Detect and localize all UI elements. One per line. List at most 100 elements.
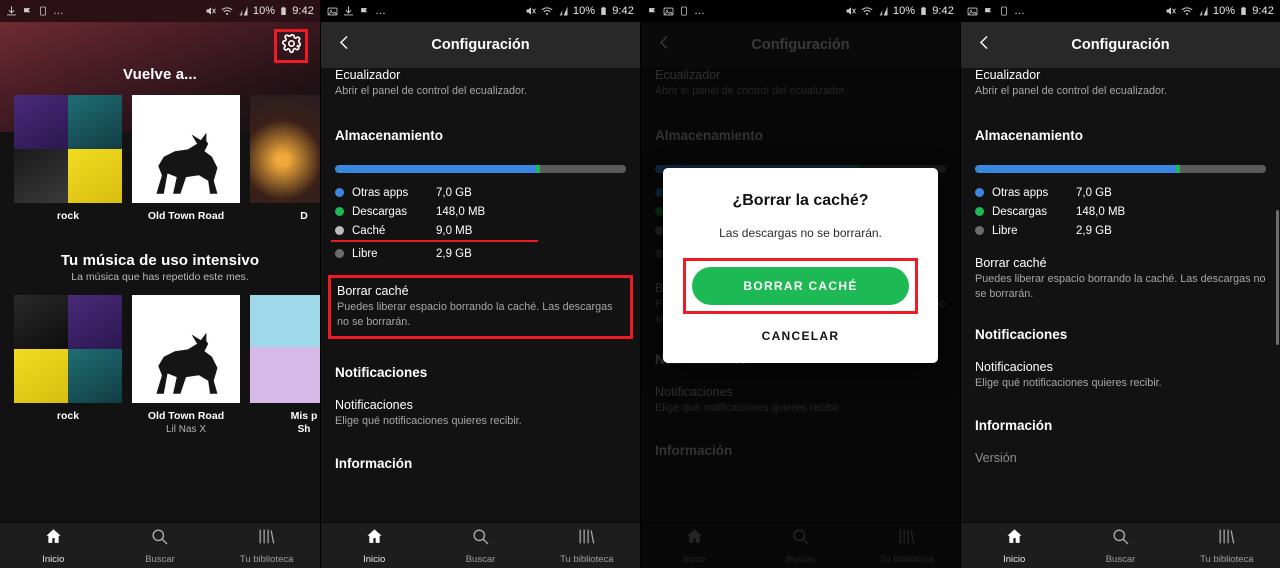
- card-row-intensivo[interactable]: rock Old Town Road Lil Nas X Mis p Sh: [0, 295, 320, 435]
- equalizer-title: Ecualizador: [975, 68, 1041, 82]
- setting-clear-cache[interactable]: Borrar caché Puedes liberar espacio borr…: [975, 256, 1266, 301]
- library-icon[interactable]: [577, 527, 596, 551]
- bottom-navigation[interactable]: Inicio Buscar Tu biblioteca: [0, 522, 320, 568]
- signal-icon: [877, 5, 889, 17]
- flag-icon: [22, 6, 33, 17]
- chevron-left-icon[interactable]: [656, 34, 673, 56]
- home-icon[interactable]: [685, 527, 704, 551]
- album-card[interactable]: rock: [14, 95, 122, 222]
- nav-item-inicio[interactable]: Inicio: [962, 527, 1067, 565]
- storage-bar-segment-otras: [335, 165, 536, 174]
- search-icon[interactable]: [1111, 527, 1130, 551]
- legend-value: 9,0 MB: [436, 224, 473, 237]
- search-icon[interactable]: [471, 527, 490, 551]
- nav-item-buscar[interactable]: Buscar: [107, 527, 213, 565]
- storage-bar-segment-libre: [540, 165, 626, 174]
- album-card[interactable]: D: [250, 95, 320, 222]
- wifi-icon: [541, 5, 553, 17]
- group-heading-information: Información: [335, 456, 413, 471]
- status-bar: … 10% 9:42: [641, 0, 960, 22]
- confirm-clear-cache-button[interactable]: BORRAR CACHÉ: [692, 267, 909, 305]
- home-scroll-area[interactable]: Vuelve a... rock Old Town Road D Tu músi…: [0, 22, 320, 522]
- nav-label: Inicio: [683, 553, 706, 565]
- back-button[interactable]: [641, 22, 687, 68]
- album-title: Old Town Road: [147, 210, 225, 222]
- setting-notifications[interactable]: Notificaciones Elige qué notificaciones …: [335, 398, 626, 428]
- notifications-desc: Elige qué notificaciones quieres recibir…: [975, 376, 1162, 389]
- album-card[interactable]: Old Town Road: [132, 95, 240, 222]
- legend-row: Descargas 148,0 MB: [335, 202, 626, 221]
- home-icon[interactable]: [365, 527, 384, 551]
- setting-equalizer[interactable]: Ecualizador Abrir el panel de control de…: [335, 68, 626, 98]
- settings-header: Configuración: [961, 22, 1280, 68]
- group-heading-notifications: Notificaciones: [335, 364, 428, 380]
- album-card[interactable]: Mis p Sh: [250, 295, 320, 435]
- legend-row: Otras apps 7,0 GB: [975, 183, 1266, 202]
- settings-content[interactable]: Ecualizador Abrir el panel de control de…: [321, 68, 640, 522]
- legend-label: Otras apps: [352, 186, 409, 199]
- wifi-icon: [861, 5, 873, 17]
- page-title: Configuración: [1071, 37, 1170, 53]
- nav-item-inicio[interactable]: Inicio: [642, 527, 747, 565]
- library-icon[interactable]: [257, 527, 276, 551]
- storage-legend: Otras apps 7,0 GB Descargas 148,0 MB Cac…: [331, 183, 626, 263]
- nav-item-buscar[interactable]: Buscar: [748, 527, 853, 565]
- chevron-left-icon[interactable]: [336, 34, 353, 56]
- nav-item-biblioteca[interactable]: Tu biblioteca: [1174, 527, 1279, 565]
- legend-dot: [975, 188, 984, 198]
- cancel-button[interactable]: CANCELAR: [679, 314, 922, 347]
- nav-item-biblioteca[interactable]: Tu biblioteca: [534, 527, 639, 565]
- status-bar: … 10% 9:42: [0, 0, 320, 22]
- flag-icon: [647, 6, 658, 17]
- setting-notifications: Notificaciones Elige qué notificaciones …: [655, 385, 946, 415]
- chevron-left-icon[interactable]: [976, 34, 993, 56]
- notifications-title: Notificaciones: [335, 397, 413, 412]
- home-icon[interactable]: [44, 527, 63, 551]
- nav-item-inicio[interactable]: Inicio: [1, 527, 107, 565]
- album-card[interactable]: rock: [14, 295, 122, 435]
- search-icon[interactable]: [150, 527, 169, 551]
- bottom-navigation[interactable]: Inicio Buscar Tu biblioteca: [321, 522, 640, 568]
- vertical-scrollbar[interactable]: [1276, 210, 1279, 345]
- card-row-vuelve[interactable]: rock Old Town Road D: [0, 95, 320, 222]
- album-card[interactable]: Old Town Road Lil Nas X: [132, 295, 240, 435]
- nav-item-inicio[interactable]: Inicio: [322, 527, 427, 565]
- legend-label: Caché: [352, 224, 386, 237]
- dialog-title: ¿Borrar la caché?: [732, 192, 869, 209]
- equalizer-desc: Abrir el panel de control del ecualizado…: [655, 85, 848, 97]
- panel-settings-cache-cleared: … 10% 9:42 Configuración Ecualizador Abr…: [960, 0, 1280, 568]
- legend-value: 7,0 GB: [1076, 186, 1112, 199]
- legend-value: 2,9 GB: [436, 247, 472, 260]
- library-icon[interactable]: [1217, 527, 1236, 551]
- section-title-intensivo: Tu música de uso intensivo: [60, 252, 260, 269]
- nav-item-biblioteca[interactable]: Tu biblioteca: [854, 527, 959, 565]
- signal-icon: [1197, 5, 1209, 17]
- gear-icon[interactable]: [281, 33, 302, 59]
- nav-item-buscar[interactable]: Buscar: [428, 527, 533, 565]
- back-button[interactable]: [961, 22, 1007, 68]
- home-icon[interactable]: [1005, 527, 1024, 551]
- equalizer-desc: Abrir el panel de control del ecualizado…: [335, 85, 528, 97]
- bottom-navigation[interactable]: Inicio Buscar Tu biblioteca: [641, 522, 960, 568]
- sim-card-icon: [38, 6, 48, 16]
- bottom-navigation[interactable]: Inicio Buscar Tu biblioteca: [961, 522, 1280, 568]
- nav-label: Tu biblioteca: [880, 553, 934, 565]
- nav-label: Buscar: [465, 553, 496, 565]
- nav-item-biblioteca[interactable]: Tu biblioteca: [214, 527, 320, 565]
- clear-cache-highlight[interactable]: Borrar caché Puedes liberar espacio borr…: [328, 275, 633, 339]
- setting-equalizer[interactable]: Ecualizador Abrir el panel de control de…: [975, 68, 1266, 98]
- legend-value: 148,0 MB: [436, 205, 486, 218]
- nav-item-buscar[interactable]: Buscar: [1068, 527, 1173, 565]
- settings-content[interactable]: Ecualizador Abrir el panel de control de…: [961, 68, 1280, 522]
- back-button[interactable]: [321, 22, 367, 68]
- confirm-button-highlight: BORRAR CACHÉ: [683, 258, 918, 314]
- legend-dot: [335, 188, 344, 198]
- library-icon[interactable]: [897, 527, 916, 551]
- search-icon[interactable]: [791, 527, 810, 551]
- group-heading-notifications: Notificaciones: [975, 326, 1068, 342]
- clear-cache-dialog: ¿Borrar la caché? Las descargas no se bo…: [663, 168, 938, 363]
- setting-notifications[interactable]: Notificaciones Elige qué notificaciones …: [975, 360, 1266, 390]
- settings-gear-highlight[interactable]: [274, 29, 308, 63]
- notifications-title: Notificaciones: [975, 359, 1053, 374]
- clock: 9:42: [292, 5, 314, 17]
